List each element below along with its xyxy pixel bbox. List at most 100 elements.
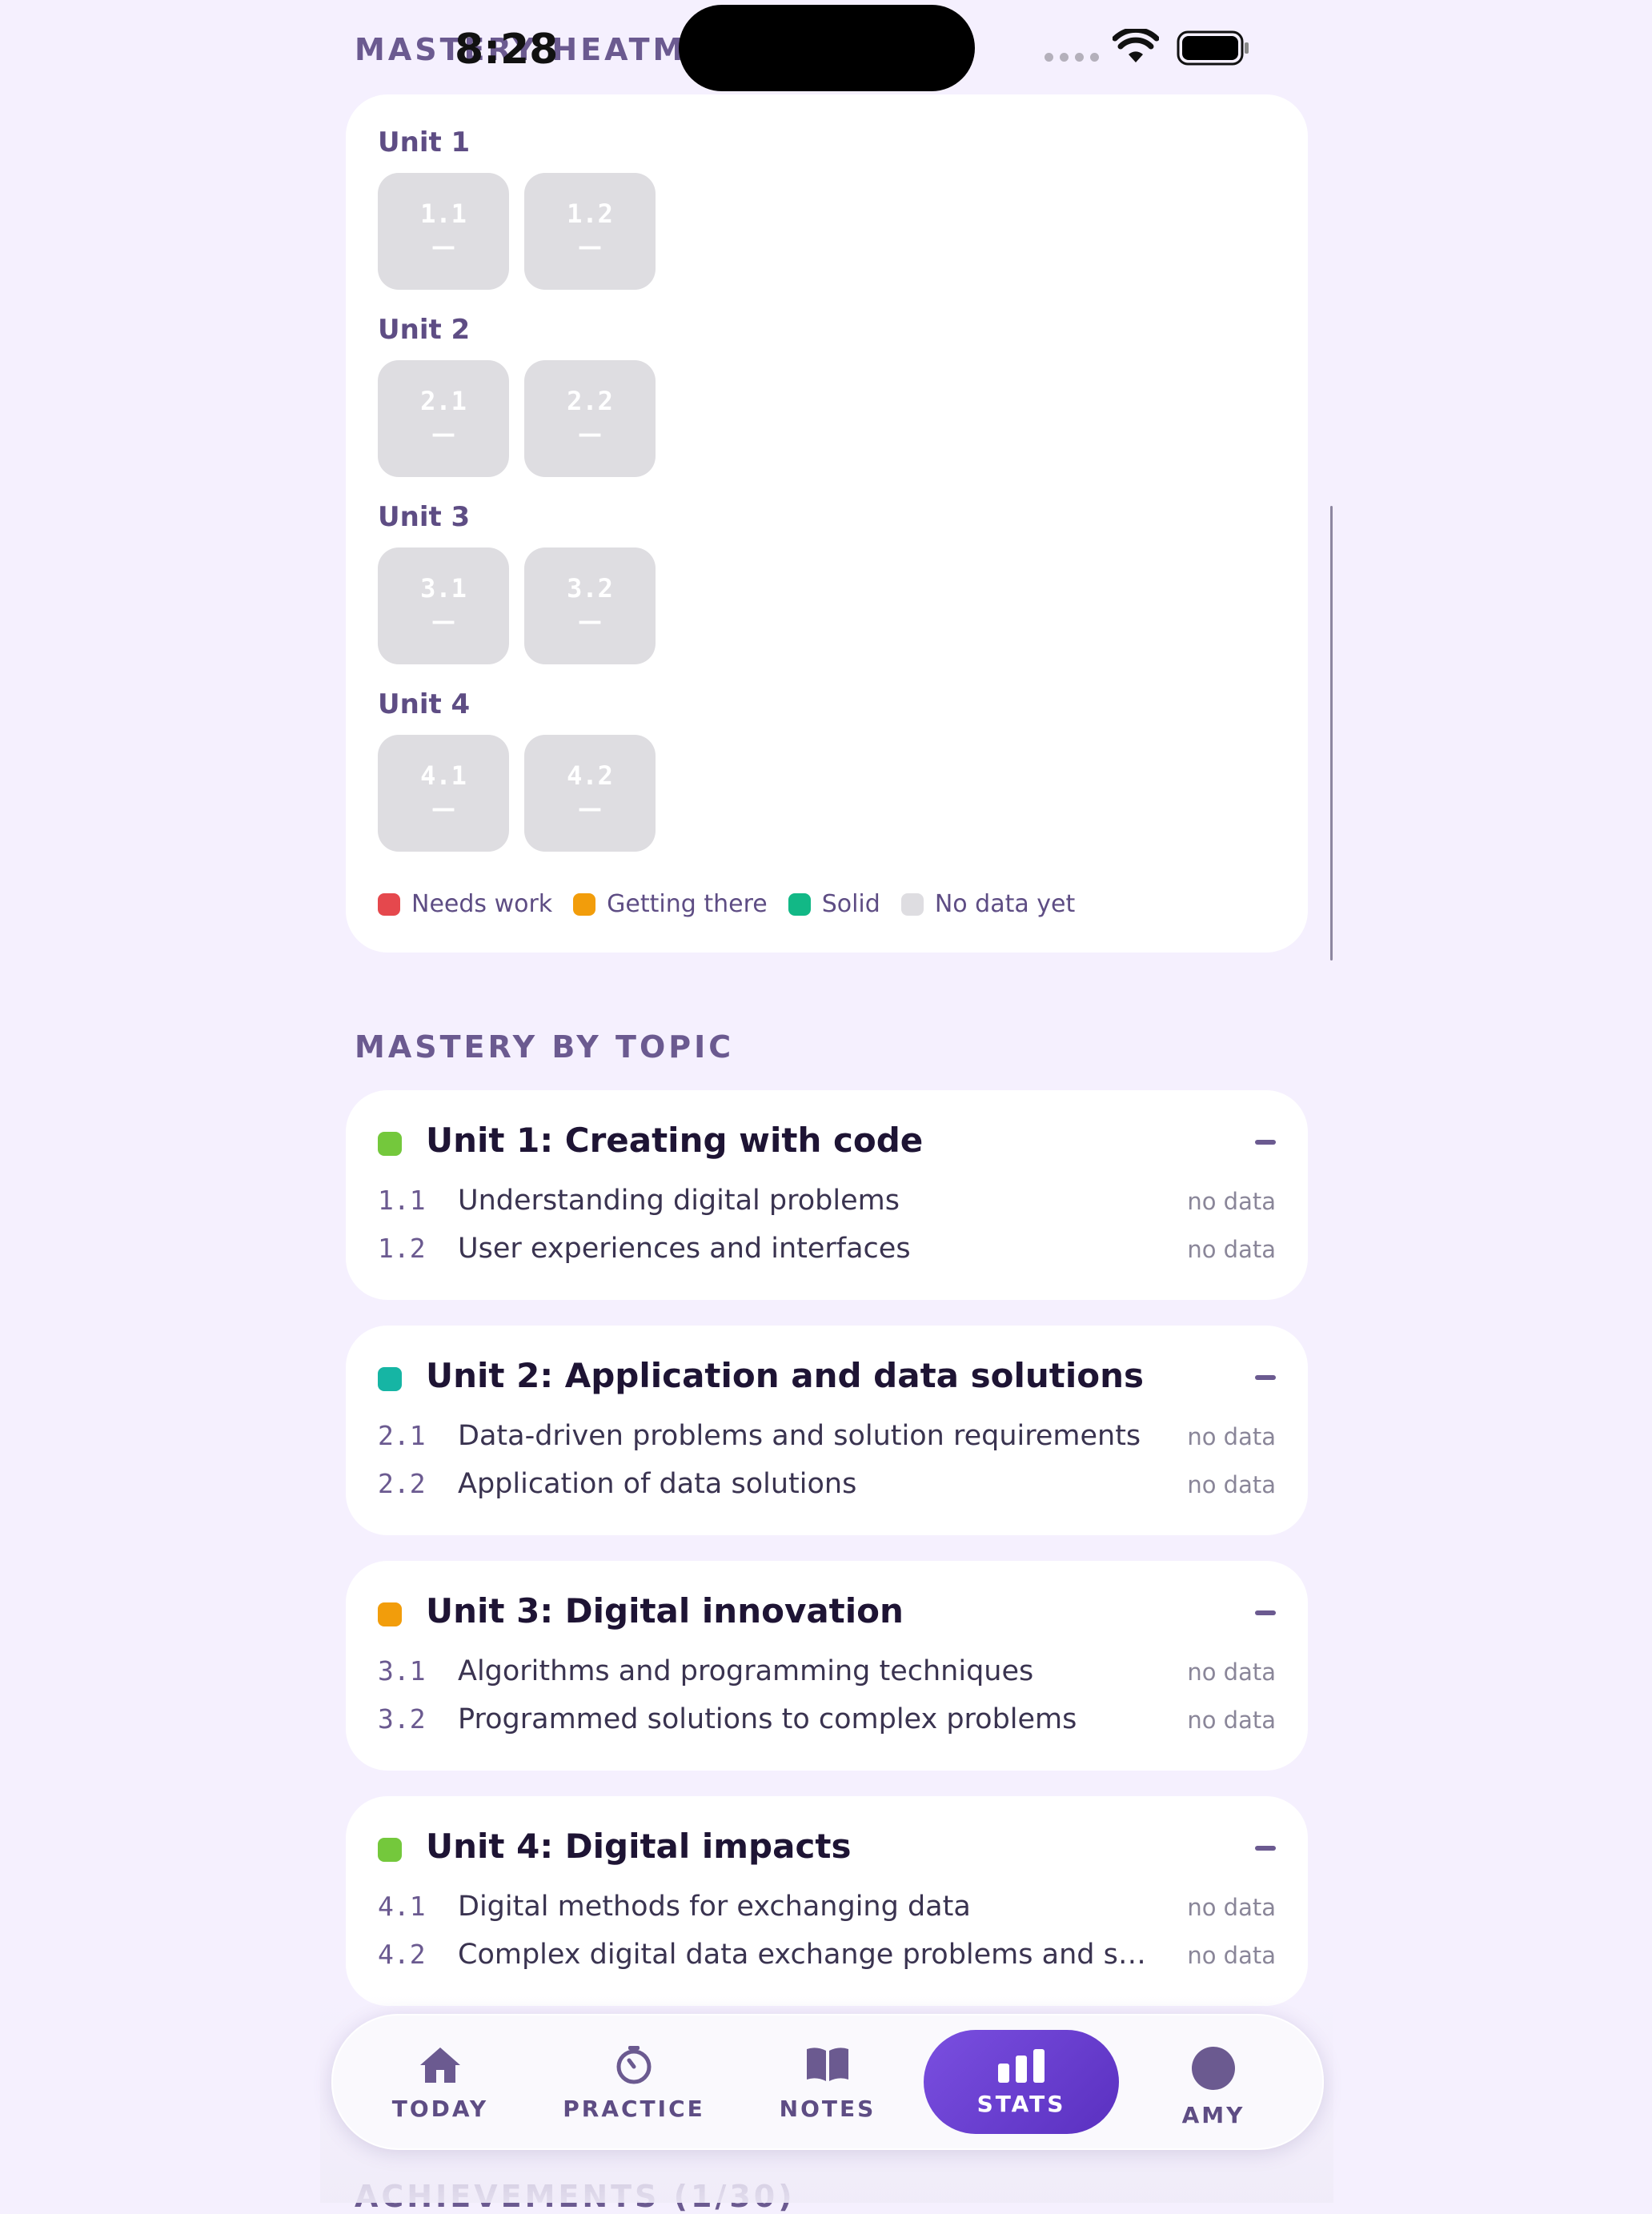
nav-stats[interactable]: STATS — [924, 2030, 1119, 2134]
legend-swatch — [573, 892, 596, 916]
topic-title: Unit 4: Digital impacts — [426, 1827, 852, 1866]
topic-status: no data — [1187, 1471, 1276, 1498]
tile-code: 3.2 — [567, 573, 613, 604]
topic-row[interactable]: 3.2 Programmed solutions to complex prob… — [378, 1703, 1276, 1743]
topic-number: 3.1 — [378, 1655, 426, 1687]
tile-value: — — [431, 233, 455, 261]
topic-card-unit-1[interactable]: Unit 1: Creating with code 1.1 Understan… — [346, 1090, 1308, 1300]
topic-row[interactable]: 1.1 Understanding digital problems no da… — [378, 1185, 1276, 1225]
collapse-icon[interactable] — [1255, 1375, 1276, 1380]
nav-label: TODAY — [391, 2096, 489, 2122]
topic-card-unit-2[interactable]: Unit 2: Application and data solutions 2… — [346, 1326, 1308, 1535]
book-icon — [804, 2044, 852, 2088]
heatmap-tile[interactable]: 3.1 — — [378, 547, 509, 664]
topic-card-unit-4[interactable]: Unit 4: Digital impacts 4.1 Digital meth… — [346, 1796, 1308, 2006]
heatmap-tile[interactable]: 2.2 — — [524, 360, 656, 477]
tile-code: 2.2 — [567, 386, 613, 416]
tile-value: — — [431, 420, 455, 448]
topic-row[interactable]: 1.2 User experiences and interfaces no d… — [378, 1233, 1276, 1273]
legend-label: Getting there — [607, 890, 768, 918]
status-dot — [378, 1132, 402, 1156]
nav-label: AMY — [1181, 2102, 1245, 2128]
topic-number: 1.1 — [378, 1185, 426, 1216]
topic-name: Application of data solutions — [458, 1468, 857, 1500]
topic-number: 4.1 — [378, 1891, 426, 1922]
topic-name: Understanding digital problems — [458, 1185, 900, 1217]
topic-name: Complex digital data exchange problems a… — [458, 1939, 1146, 1971]
tile-code: 2.1 — [420, 386, 467, 416]
legend-item-getting-there: Getting there — [573, 890, 768, 918]
scrollbar[interactable] — [1330, 506, 1333, 961]
heatmap-unit-label: Unit 4 — [378, 688, 471, 720]
timer-icon — [613, 2044, 655, 2089]
legend-label: Solid — [821, 890, 880, 918]
nav-practice[interactable]: PRACTICE — [554, 2015, 714, 2148]
heatmap-legend: Needs work Getting there Solid No data y… — [378, 890, 1096, 918]
heatmap-unit-label: Unit 1 — [378, 126, 471, 158]
nav-label: NOTES — [779, 2096, 876, 2122]
topic-row[interactable]: 3.1 Algorithms and programming technique… — [378, 1655, 1276, 1695]
legend-swatch — [900, 892, 924, 916]
topic-title: Unit 2: Application and data solutions — [426, 1356, 1145, 1395]
status-dot — [378, 1367, 402, 1391]
heatmap-tile[interactable]: 4.2 — — [524, 735, 656, 852]
topic-status: no data — [1187, 1894, 1276, 1921]
topic-name: Programmed solutions to complex problems — [458, 1703, 1077, 1735]
tile-value: — — [578, 608, 602, 636]
tile-value: — — [578, 233, 602, 261]
nav-amy[interactable]: AMY — [1133, 2015, 1293, 2148]
topic-title: Unit 3: Digital innovation — [426, 1591, 904, 1630]
tile-value: — — [578, 795, 602, 823]
nav-today[interactable]: TODAY — [360, 2015, 520, 2148]
topic-row[interactable]: 2.2 Application of data solutions no dat… — [378, 1468, 1276, 1508]
tile-code: 1.2 — [567, 199, 613, 229]
topic-number: 2.1 — [378, 1420, 426, 1451]
topic-status: no data — [1187, 1236, 1276, 1263]
legend-label: Needs work — [411, 890, 553, 918]
topic-row[interactable]: 4.2 Complex digital data exchange proble… — [378, 1939, 1276, 1979]
topic-name: Data-driven problems and solution requir… — [458, 1420, 1141, 1452]
heatmap-tile[interactable]: 1.1 — — [378, 173, 509, 290]
bar-chart-icon — [996, 2048, 1046, 2088]
nav-notes[interactable]: NOTES — [748, 2015, 908, 2148]
tile-value: — — [431, 795, 455, 823]
heatmap-tile[interactable]: 3.2 — — [524, 547, 656, 664]
heatmap-unit-label: Unit 2 — [378, 314, 471, 346]
topic-name: User experiences and interfaces — [458, 1233, 911, 1265]
tile-code: 4.2 — [567, 760, 613, 791]
topic-status: no data — [1187, 1188, 1276, 1215]
heatmap-tile[interactable]: 1.2 — — [524, 173, 656, 290]
topic-status: no data — [1187, 1942, 1276, 1969]
topic-card-unit-3[interactable]: Unit 3: Digital innovation 3.1 Algorithm… — [346, 1561, 1308, 1771]
status-dot — [378, 1838, 402, 1862]
topics-section-title: MASTERY BY TOPIC — [355, 1029, 735, 1065]
legend-item-needs-work: Needs work — [378, 890, 552, 918]
wifi-icon — [1112, 26, 1160, 67]
nav-label: STATS — [976, 2091, 1066, 2117]
cellular-signal-icon — [1045, 53, 1099, 62]
topic-status: no data — [1187, 1658, 1276, 1686]
topic-row[interactable]: 4.1 Digital methods for exchanging data … — [378, 1891, 1276, 1931]
collapse-icon[interactable] — [1255, 1846, 1276, 1851]
topic-number: 1.2 — [378, 1233, 426, 1264]
dynamic-island — [679, 5, 975, 91]
collapse-icon[interactable] — [1255, 1140, 1276, 1145]
heatmap-tile[interactable]: 2.1 — — [378, 360, 509, 477]
collapse-icon[interactable] — [1255, 1610, 1276, 1615]
tile-code: 1.1 — [420, 199, 467, 229]
legend-swatch — [788, 892, 811, 916]
mastery-heatmap-card: Unit 1 1.1 — 1.2 — Unit 2 2.1 — 2.2 — Un… — [346, 94, 1308, 953]
nav-label: PRACTICE — [563, 2096, 705, 2122]
topic-row[interactable]: 2.1 Data-driven problems and solution re… — [378, 1420, 1276, 1460]
bottom-nav: TODAY PRACTICE NOTES STATS AMY — [331, 2014, 1324, 2150]
topic-number: 2.2 — [378, 1468, 426, 1499]
avatar-icon — [1189, 2044, 1237, 2096]
topic-number: 4.2 — [378, 1939, 426, 1970]
home-icon — [417, 2044, 463, 2089]
status-dot — [378, 1602, 402, 1626]
topic-name: Algorithms and programming techniques — [458, 1655, 1034, 1687]
heatmap-unit-label: Unit 3 — [378, 501, 471, 533]
topic-name: Digital methods for exchanging data — [458, 1891, 971, 1923]
heatmap-tile[interactable]: 4.1 — — [378, 735, 509, 852]
tile-code: 3.1 — [420, 573, 467, 604]
